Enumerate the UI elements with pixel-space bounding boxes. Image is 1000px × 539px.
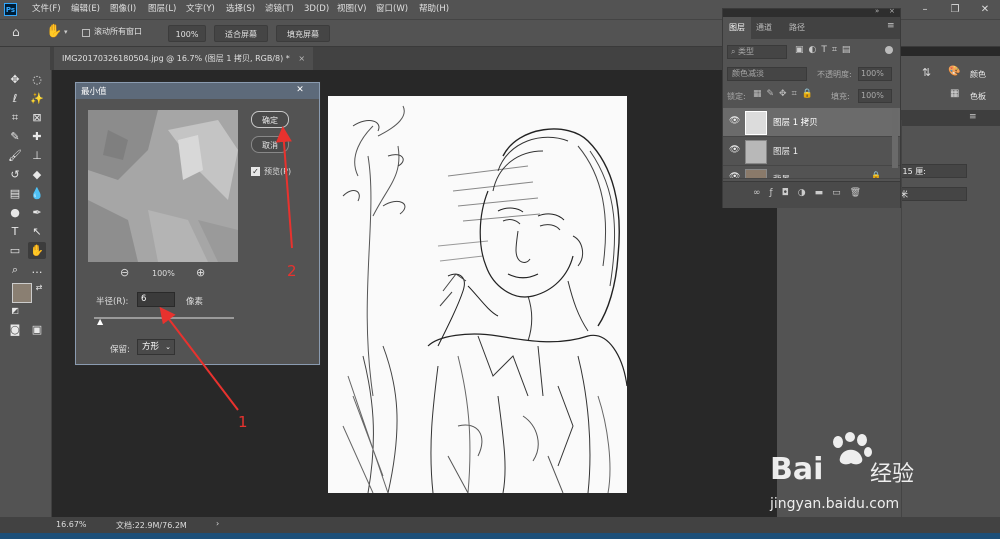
status-menu-arrow-icon[interactable]: › bbox=[216, 519, 219, 528]
windows-taskbar bbox=[0, 533, 1000, 539]
watermark-brand-cn: 经验 bbox=[870, 462, 915, 487]
status-doc-size: 文档:22.9M/76.2M bbox=[116, 521, 187, 530]
status-bar: 16.67% 文档:22.9M/76.2M › bbox=[0, 517, 1000, 533]
annotation-label-1: 1 bbox=[238, 413, 248, 431]
paw-logo-icon bbox=[833, 432, 872, 465]
watermark-url: jingyan.baidu.com bbox=[770, 496, 900, 512]
status-zoom[interactable]: 16.67% bbox=[56, 520, 87, 529]
watermark-brand: Bai bbox=[770, 452, 824, 487]
annotation-label-2: 2 bbox=[287, 262, 297, 280]
baidu-watermark: Bai 经验 jingyan.baidu.com bbox=[770, 432, 950, 522]
annotation-arrow-2 bbox=[275, 126, 293, 249]
annotation-arrow-1 bbox=[159, 306, 239, 411]
